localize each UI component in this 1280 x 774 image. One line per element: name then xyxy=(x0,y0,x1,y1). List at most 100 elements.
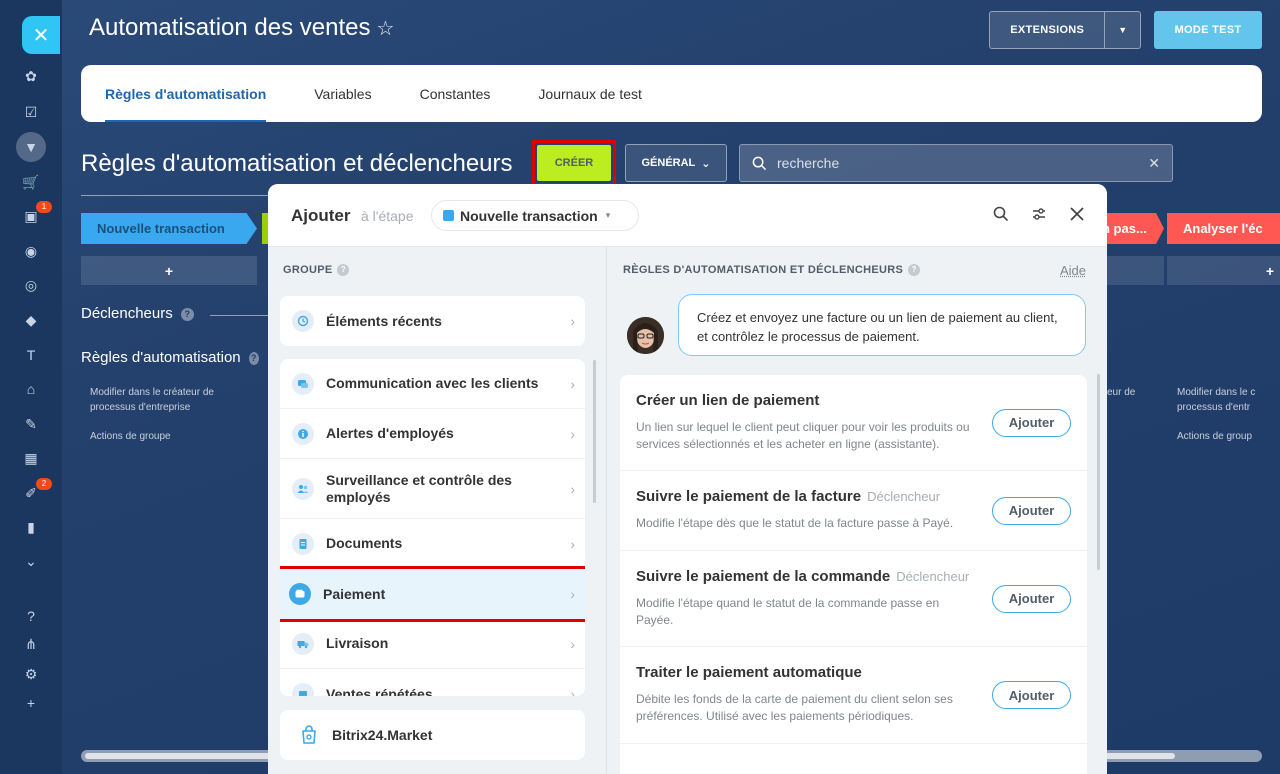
truck-icon xyxy=(292,632,314,655)
star-icon[interactable]: ☆ xyxy=(377,18,395,40)
rule-item xyxy=(620,744,1087,774)
add-rule-button[interactable]: + xyxy=(81,256,257,285)
rule-item: Créer un lien de paiement Un lien sur le… xyxy=(620,375,1087,471)
extensions-label: EXTENSIONS xyxy=(1010,24,1085,36)
rule-item: Traiter le paiement automatique Débite l… xyxy=(620,647,1087,744)
chevron-down-icon[interactable]: ▼ xyxy=(1104,12,1140,48)
group-item-communication[interactable]: Communication avec les clients › xyxy=(280,359,585,409)
notification-badge: 1 xyxy=(36,201,52,213)
box-icon[interactable]: ◆ xyxy=(20,309,42,331)
edit-bp-link[interactable]: Modifier dans le c processus d'entr xyxy=(1177,385,1267,417)
stage-red-1[interactable]: n pas... xyxy=(1098,213,1164,244)
group-actions-link[interactable]: Actions de group xyxy=(1177,429,1267,444)
rules-column-header: RÈGLES D'AUTOMATISATION ET DÉCLENCHEURS? xyxy=(623,264,921,277)
info-icon xyxy=(292,422,314,445)
triggers-label: Déclencheurs? xyxy=(81,305,194,322)
activity-icon[interactable]: ✿ xyxy=(20,65,42,87)
stage-red-2[interactable]: Analyser l'éc xyxy=(1167,213,1280,244)
tab-bar: Règles d'automatisation Variables Consta… xyxy=(81,65,1262,122)
group-list: Communication avec les clients › Alertes… xyxy=(280,359,585,696)
chevron-right-icon: › xyxy=(570,375,575,392)
group-item-payment[interactable]: Paiement › xyxy=(280,566,585,622)
extensions-button[interactable]: EXTENSIONS ▼ xyxy=(989,11,1141,49)
add-icon[interactable]: + xyxy=(20,692,42,714)
group-item-employee-monitoring[interactable]: Surveillance et contrôle des employés › xyxy=(280,459,585,519)
group-item-recent[interactable]: Éléments récents › xyxy=(280,296,585,346)
group-item-documents[interactable]: Documents › xyxy=(280,519,585,569)
search-icon xyxy=(752,156,767,170)
group-actions-link[interactable]: Actions de groupe xyxy=(90,429,171,444)
group-list-scrollbar[interactable] xyxy=(593,360,596,503)
chat-icon xyxy=(292,372,314,395)
chevron-right-icon: › xyxy=(570,686,575,696)
search-input[interactable]: recherche ✕ xyxy=(739,144,1173,182)
add-rule-button[interactable]: + xyxy=(1167,256,1280,285)
tab-test-logs[interactable]: Journaux de test xyxy=(538,65,642,122)
text-icon[interactable]: T xyxy=(20,344,42,366)
stage-new-transaction[interactable]: Nouvelle transaction xyxy=(81,213,257,244)
funnel-icon[interactable]: ▼ xyxy=(20,136,42,158)
add-rule-dialog: Ajouter à l'étape Nouvelle transaction ▾… xyxy=(268,184,1107,774)
group-column-header: GROUPE? xyxy=(283,264,350,277)
assistant-hint-bubble: Créez et envoyez une facture ou un lien … xyxy=(678,294,1086,356)
close-icon[interactable] xyxy=(1067,204,1087,224)
structure-icon[interactable]: ⋔ xyxy=(20,633,42,655)
signature-icon[interactable]: ✎ xyxy=(20,413,42,435)
test-mode-button[interactable]: MODE TEST xyxy=(1154,11,1262,49)
edit-bp-link[interactable]: Modifier dans le créateur de processus d… xyxy=(90,385,260,415)
group-item-employee-alerts[interactable]: Alertes d'employés › xyxy=(280,409,585,459)
create-button[interactable]: CRÉER xyxy=(537,145,611,181)
group-label: Documents xyxy=(326,535,403,551)
partial-text: eur de xyxy=(1107,387,1136,398)
tab-automation-rules[interactable]: Règles d'automatisation xyxy=(105,65,267,122)
help-link[interactable]: Aide xyxy=(1060,263,1086,278)
page-title-text: Automatisation des ventes xyxy=(89,14,371,41)
chevron-right-icon: › xyxy=(570,425,575,442)
wallet-icon xyxy=(289,583,311,605)
trigger-tag: Déclencheur xyxy=(896,569,970,584)
rule-description: Modifie l'étape dès que le statut de la … xyxy=(636,516,954,530)
group-item-delivery[interactable]: Livraison › xyxy=(280,619,585,669)
settings-sliders-icon[interactable] xyxy=(1029,204,1049,224)
rule-description: Un lien sur lequel le client peut clique… xyxy=(636,420,970,451)
group-label: Communication avec les clients xyxy=(326,375,539,391)
cart-icon[interactable]: 🛒 xyxy=(20,171,42,193)
bank-icon[interactable]: ⌂ xyxy=(20,378,42,400)
group-item-repeat-sales[interactable]: Ventes répétées › xyxy=(280,669,585,696)
rule-description: Débite les fonds de la carte de paiement… xyxy=(636,692,953,723)
add-button[interactable]: Ajouter xyxy=(992,408,1071,437)
rules-scrollbar[interactable] xyxy=(1097,374,1100,570)
add-button[interactable]: Ajouter xyxy=(992,496,1071,525)
general-dropdown[interactable]: GÉNÉRAL ⌄ xyxy=(625,144,727,182)
rules-label: Règles d'automatisation? xyxy=(81,349,259,366)
target-icon[interactable]: ◎ xyxy=(20,274,42,296)
help-icon[interactable]: ? xyxy=(20,605,42,627)
group-label: Bitrix24.Market xyxy=(332,727,433,743)
assistant-avatar xyxy=(627,317,664,354)
chart-icon[interactable]: ▮ xyxy=(20,516,42,538)
market-bag-icon xyxy=(302,725,316,744)
divider xyxy=(81,195,271,196)
tab-variables[interactable]: Variables xyxy=(314,65,371,122)
dialog-header: Ajouter à l'étape Nouvelle transaction ▾ xyxy=(268,184,1107,247)
rule-title: Suivre le paiement de la facture Déclench… xyxy=(636,488,941,505)
add-rule-button[interactable] xyxy=(1107,256,1164,285)
rule-item: Suivre le paiement de la commande Déclenc… xyxy=(620,551,1087,647)
tab-constants[interactable]: Constantes xyxy=(420,65,491,122)
more-icon[interactable]: ⌄ xyxy=(20,550,42,572)
section-title: Règles d'automatisation et déclencheurs xyxy=(81,150,513,177)
gear-icon[interactable]: ⚙ xyxy=(20,663,42,685)
general-label: GÉNÉRAL xyxy=(641,157,696,169)
calendar-icon[interactable]: ▦ xyxy=(20,447,42,469)
add-button[interactable]: Ajouter xyxy=(992,681,1071,709)
column-divider xyxy=(606,247,607,774)
stage-selector[interactable]: Nouvelle transaction ▾ xyxy=(431,200,639,231)
robot-icon[interactable]: ◉ xyxy=(20,240,42,262)
clear-icon[interactable]: ✕ xyxy=(1148,155,1160,172)
group-item-market[interactable]: Bitrix24.Market xyxy=(280,710,585,760)
search-icon[interactable] xyxy=(991,204,1011,224)
tasks-icon[interactable]: ☑ xyxy=(20,101,42,123)
dialog-subtitle: à l'étape xyxy=(361,208,414,224)
add-button[interactable]: Ajouter xyxy=(992,584,1071,613)
close-icon[interactable]: ✕ xyxy=(22,16,60,54)
